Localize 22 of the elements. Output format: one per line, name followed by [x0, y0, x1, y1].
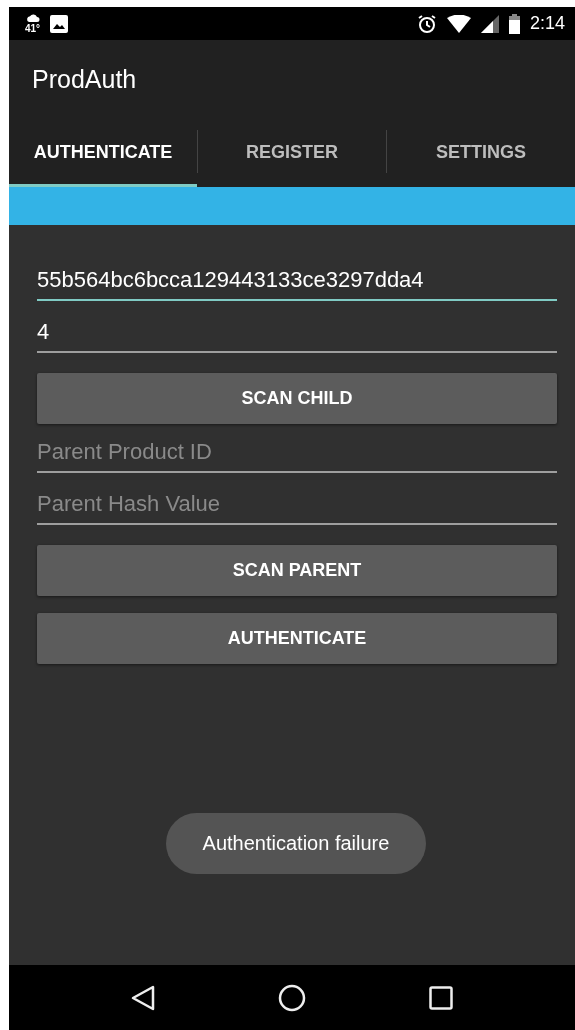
wifi-icon [446, 14, 471, 33]
back-icon[interactable] [130, 984, 155, 1011]
image-icon [50, 14, 69, 33]
input-field[interactable]: 55b564bc6bcca129443133ce3297dda4 [37, 263, 557, 301]
tab[interactable]: REGISTER [198, 120, 386, 187]
action-button[interactable]: AUTHENTICATE [37, 613, 557, 664]
input-field[interactable]: Parent Product ID [37, 435, 557, 473]
action-button[interactable]: SCAN CHILD [37, 373, 557, 424]
tab[interactable]: SETTINGS [387, 120, 575, 187]
toast-message: Authentication failure [166, 813, 426, 874]
input-field[interactable]: Parent Hash Value [37, 487, 557, 525]
alarm-clock-icon [416, 13, 437, 34]
signal-icon [480, 14, 499, 33]
input-field[interactable]: 4 [37, 315, 557, 353]
action-button[interactable]: SCAN PARENT [37, 545, 557, 596]
temperature: 41° [25, 23, 41, 34]
clock-time: 2:14 [529, 13, 565, 34]
battery-icon [508, 13, 520, 34]
app-title: ProdAuth [32, 64, 137, 94]
recents-icon[interactable] [429, 985, 454, 1010]
weather-icon [25, 13, 40, 24]
home-icon[interactable] [278, 983, 306, 1012]
